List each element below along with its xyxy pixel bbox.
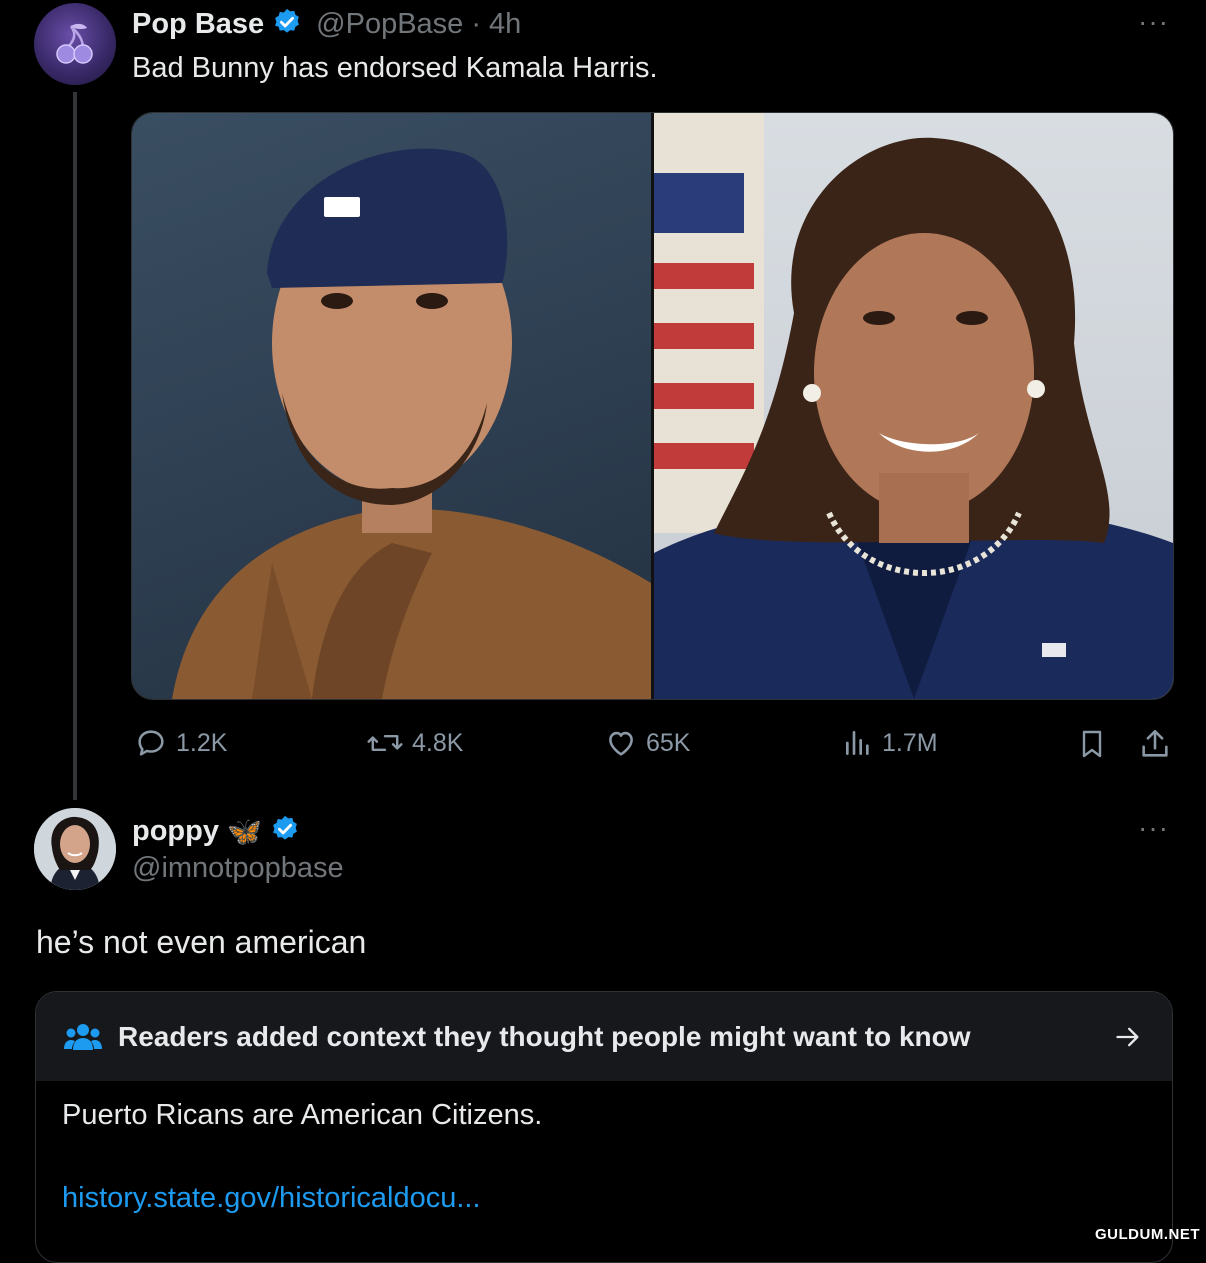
tweet-header: Pop Base @PopBase · 4h	[132, 6, 521, 42]
thread-connector-line	[73, 92, 77, 800]
community-note-source-link[interactable]: history.state.gov/historicaldocu...	[62, 1182, 1146, 1215]
share-icon	[1142, 729, 1168, 757]
bookmark-icon	[1082, 730, 1102, 758]
like-button[interactable]: 65K	[604, 726, 690, 760]
verified-badge-icon	[272, 7, 302, 42]
like-count: 65K	[646, 728, 691, 757]
media-photo-kamala-harris[interactable]	[654, 113, 1173, 699]
poppy-profile-image	[34, 808, 116, 890]
tweet-media[interactable]	[131, 112, 1174, 700]
more-options-icon[interactable]: ···	[1138, 6, 1169, 38]
community-note-header[interactable]: Readers added context they thought peopl…	[36, 992, 1172, 1081]
repost-button[interactable]: 4.8K	[366, 726, 463, 760]
analytics-icon	[846, 731, 869, 755]
reply-handle[interactable]: @imnotpopbase	[132, 852, 344, 885]
reply-text: he’s not even american	[36, 924, 367, 960]
butterfly-emoji: 🦋	[227, 815, 262, 847]
watermark: GULDUM.NET	[1095, 1226, 1200, 1243]
avatar-poppy[interactable]	[34, 808, 116, 890]
heart-icon	[609, 731, 633, 756]
reply-author-name[interactable]: poppy	[132, 815, 219, 848]
author-handle[interactable]: @PopBase	[316, 8, 463, 41]
kamala-harris-portrait-image	[654, 113, 1173, 699]
bookmark-button[interactable]	[1076, 726, 1108, 767]
community-note-text: Puerto Ricans are American Citizens.	[62, 1099, 543, 1131]
author-name[interactable]: Pop Base	[132, 8, 264, 41]
views-count: 1.7M	[882, 728, 938, 757]
reply-header: poppy 🦋	[132, 812, 300, 850]
tweet-text: Bad Bunny has endorsed Kamala Harris.	[132, 52, 658, 84]
media-photo-bad-bunny[interactable]	[132, 113, 651, 699]
reply-count: 1.2K	[176, 728, 228, 757]
views-button[interactable]: 1.7M	[842, 726, 938, 760]
community-note[interactable]: Readers added context they thought peopl…	[35, 991, 1173, 1263]
avatar-popbase[interactable]	[34, 3, 116, 85]
tweet-time[interactable]: 4h	[489, 8, 521, 41]
dot-separator: ·	[471, 7, 481, 40]
reply-button[interactable]: 1.2K	[134, 726, 227, 760]
community-note-title: Readers added context they thought peopl…	[118, 1020, 971, 1052]
reply-more-options-icon[interactable]: ···	[1138, 812, 1169, 844]
reply-icon	[138, 730, 164, 756]
arrow-right-icon[interactable]	[1112, 1023, 1144, 1051]
bad-bunny-portrait-image	[172, 148, 651, 699]
people-group-icon	[64, 1023, 102, 1050]
share-button[interactable]	[1138, 726, 1172, 767]
cherry-icon	[56, 23, 93, 64]
repost-count: 4.8K	[412, 728, 464, 757]
community-note-body: Puerto Ricans are American Citizens. his…	[36, 1081, 1172, 1233]
verified-badge-icon	[270, 814, 300, 849]
repost-icon	[367, 734, 403, 752]
